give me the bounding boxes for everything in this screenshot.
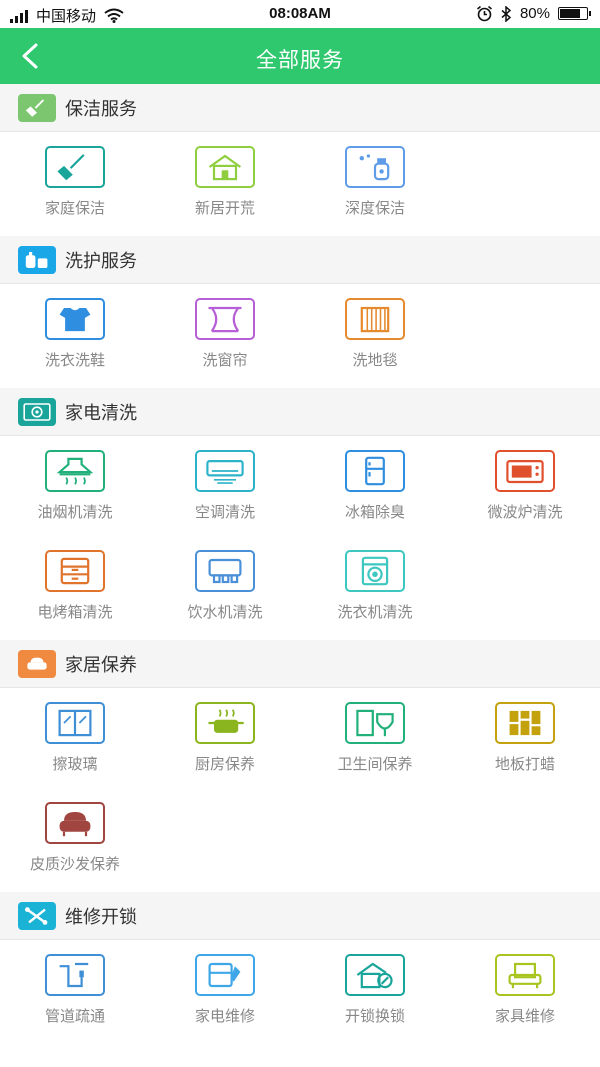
service-item-label: 厨房保养 (194, 755, 255, 773)
section-title: 家电清洗 (65, 402, 137, 424)
service-item[interactable]: 洗衣机清洗 (300, 540, 450, 640)
appliance-repair-icon (195, 954, 255, 996)
shirt-icon (45, 298, 105, 340)
service-grid: 洗衣洗鞋 洗窗帘 洗地毯 (0, 284, 600, 388)
nav-bar: 全部服务 (0, 28, 600, 84)
broom-icon (45, 146, 105, 188)
service-item[interactable]: 擦玻璃 (0, 692, 150, 792)
section-header: 家居保养 (0, 640, 600, 688)
service-item[interactable]: 皮质沙发保养 (0, 792, 150, 892)
floor-icon (495, 702, 555, 744)
detergent-icon (18, 245, 56, 274)
air-conditioner-icon (195, 450, 255, 492)
oven-icon (45, 550, 105, 592)
house-icon (195, 146, 255, 188)
service-item-label: 微波炉清洗 (487, 503, 563, 521)
service-item-label: 洗窗帘 (202, 351, 248, 369)
service-item-label: 洗衣洗鞋 (44, 351, 105, 369)
sofa-icon (18, 649, 56, 678)
service-item-label: 家电维修 (194, 1007, 255, 1025)
section-header: 维修开锁 (0, 892, 600, 940)
bluetooth-icon (501, 5, 512, 22)
fridge-icon (345, 450, 405, 492)
service-item-label: 洗地毯 (352, 351, 398, 369)
furniture-icon (495, 954, 555, 996)
service-item[interactable]: 微波炉清洗 (450, 440, 600, 540)
service-item[interactable]: 家庭保洁 (0, 136, 150, 236)
service-item[interactable]: 深度保洁 (300, 136, 450, 236)
house-key-icon (345, 954, 405, 996)
carpet-icon (345, 298, 405, 340)
section-title: 洗护服务 (65, 250, 137, 272)
range-hood-icon (45, 450, 105, 492)
service-item[interactable]: 油烟机清洗 (0, 440, 150, 540)
service-item[interactable]: 开锁换锁 (300, 944, 450, 1044)
section-title: 家居保养 (65, 654, 137, 676)
service-item-label: 擦玻璃 (52, 755, 98, 773)
service-item-label: 深度保洁 (344, 199, 405, 217)
bathroom-icon (345, 702, 405, 744)
service-item-label: 电烤箱清洗 (37, 603, 113, 621)
section-title: 维修开锁 (65, 906, 137, 928)
battery-percent: 80% (519, 5, 550, 22)
pipe-icon (45, 954, 105, 996)
service-list: 保洁服务家庭保洁 新居开荒 深度保洁洗护服务洗衣洗鞋 洗窗帘 洗地毯家电清洗油烟机清洗 空… (0, 84, 600, 1044)
service-item-label: 管道疏通 (44, 1007, 105, 1025)
curtain-icon (195, 298, 255, 340)
alarm-icon (476, 5, 492, 22)
service-item-label: 洗衣机清洗 (337, 603, 413, 621)
service-item-label: 饮水机清洗 (187, 603, 263, 621)
service-item[interactable]: 家电维修 (150, 944, 300, 1044)
section-header: 家电清洗 (0, 388, 600, 436)
service-item-label: 卫生间保养 (337, 755, 413, 773)
service-item[interactable]: 饮水机清洗 (150, 540, 300, 640)
service-grid: 油烟机清洗 空调清洗 冰箱除臭 微波炉清洗电烤箱清洗 饮水机清洗 洗衣机清洗 (0, 436, 600, 640)
service-item[interactable]: 洗窗帘 (150, 288, 300, 388)
service-item[interactable]: 冰箱除臭 (300, 440, 450, 540)
spray-bottle-icon (345, 146, 405, 188)
service-item-label: 家具维修 (494, 1007, 555, 1025)
appliance-icon (18, 397, 56, 426)
service-item[interactable]: 洗地毯 (300, 288, 450, 388)
water-dispenser-icon (195, 550, 255, 592)
broom-icon (18, 93, 56, 122)
service-item-label: 新居开荒 (194, 199, 255, 217)
service-item-label: 冰箱除臭 (344, 503, 405, 521)
armchair-icon (45, 802, 105, 844)
service-item-label: 空调清洗 (194, 503, 255, 521)
service-item[interactable]: 家具维修 (450, 944, 600, 1044)
service-item-label: 皮质沙发保养 (29, 855, 120, 873)
service-item[interactable]: 空调清洗 (150, 440, 300, 540)
page-title: 全部服务 (256, 48, 344, 72)
washing-machine-icon (345, 550, 405, 592)
section-header: 保洁服务 (0, 84, 600, 132)
service-item[interactable]: 洗衣洗鞋 (0, 288, 150, 388)
service-item[interactable]: 卫生间保养 (300, 692, 450, 792)
status-bar: 中国移动 08:08AM 80% (0, 0, 600, 28)
window-icon (45, 702, 105, 744)
service-item[interactable]: 地板打蜡 (450, 692, 600, 792)
section-header: 洗护服务 (0, 236, 600, 284)
pot-icon (195, 702, 255, 744)
microwave-icon (495, 450, 555, 492)
service-item[interactable]: 厨房保养 (150, 692, 300, 792)
service-item-label: 家庭保洁 (44, 199, 105, 217)
service-item[interactable]: 电烤箱清洗 (0, 540, 150, 640)
service-item[interactable]: 管道疏通 (0, 944, 150, 1044)
service-grid: 家庭保洁 新居开荒 深度保洁 (0, 132, 600, 236)
service-item-label: 油烟机清洗 (37, 503, 113, 521)
service-grid: 管道疏通 家电维修 开锁换锁 家具维修 (0, 940, 600, 1044)
section-title: 保洁服务 (65, 98, 137, 120)
service-item-label: 地板打蜡 (494, 755, 555, 773)
tools-icon (18, 901, 56, 930)
battery-icon (558, 7, 591, 20)
status-right: 80% (476, 5, 591, 22)
service-item[interactable]: 新居开荒 (150, 136, 300, 236)
service-item-label: 开锁换锁 (344, 1007, 405, 1025)
service-grid: 擦玻璃 厨房保养 卫生间保养 地板打蜡皮质沙发保养 (0, 688, 600, 892)
